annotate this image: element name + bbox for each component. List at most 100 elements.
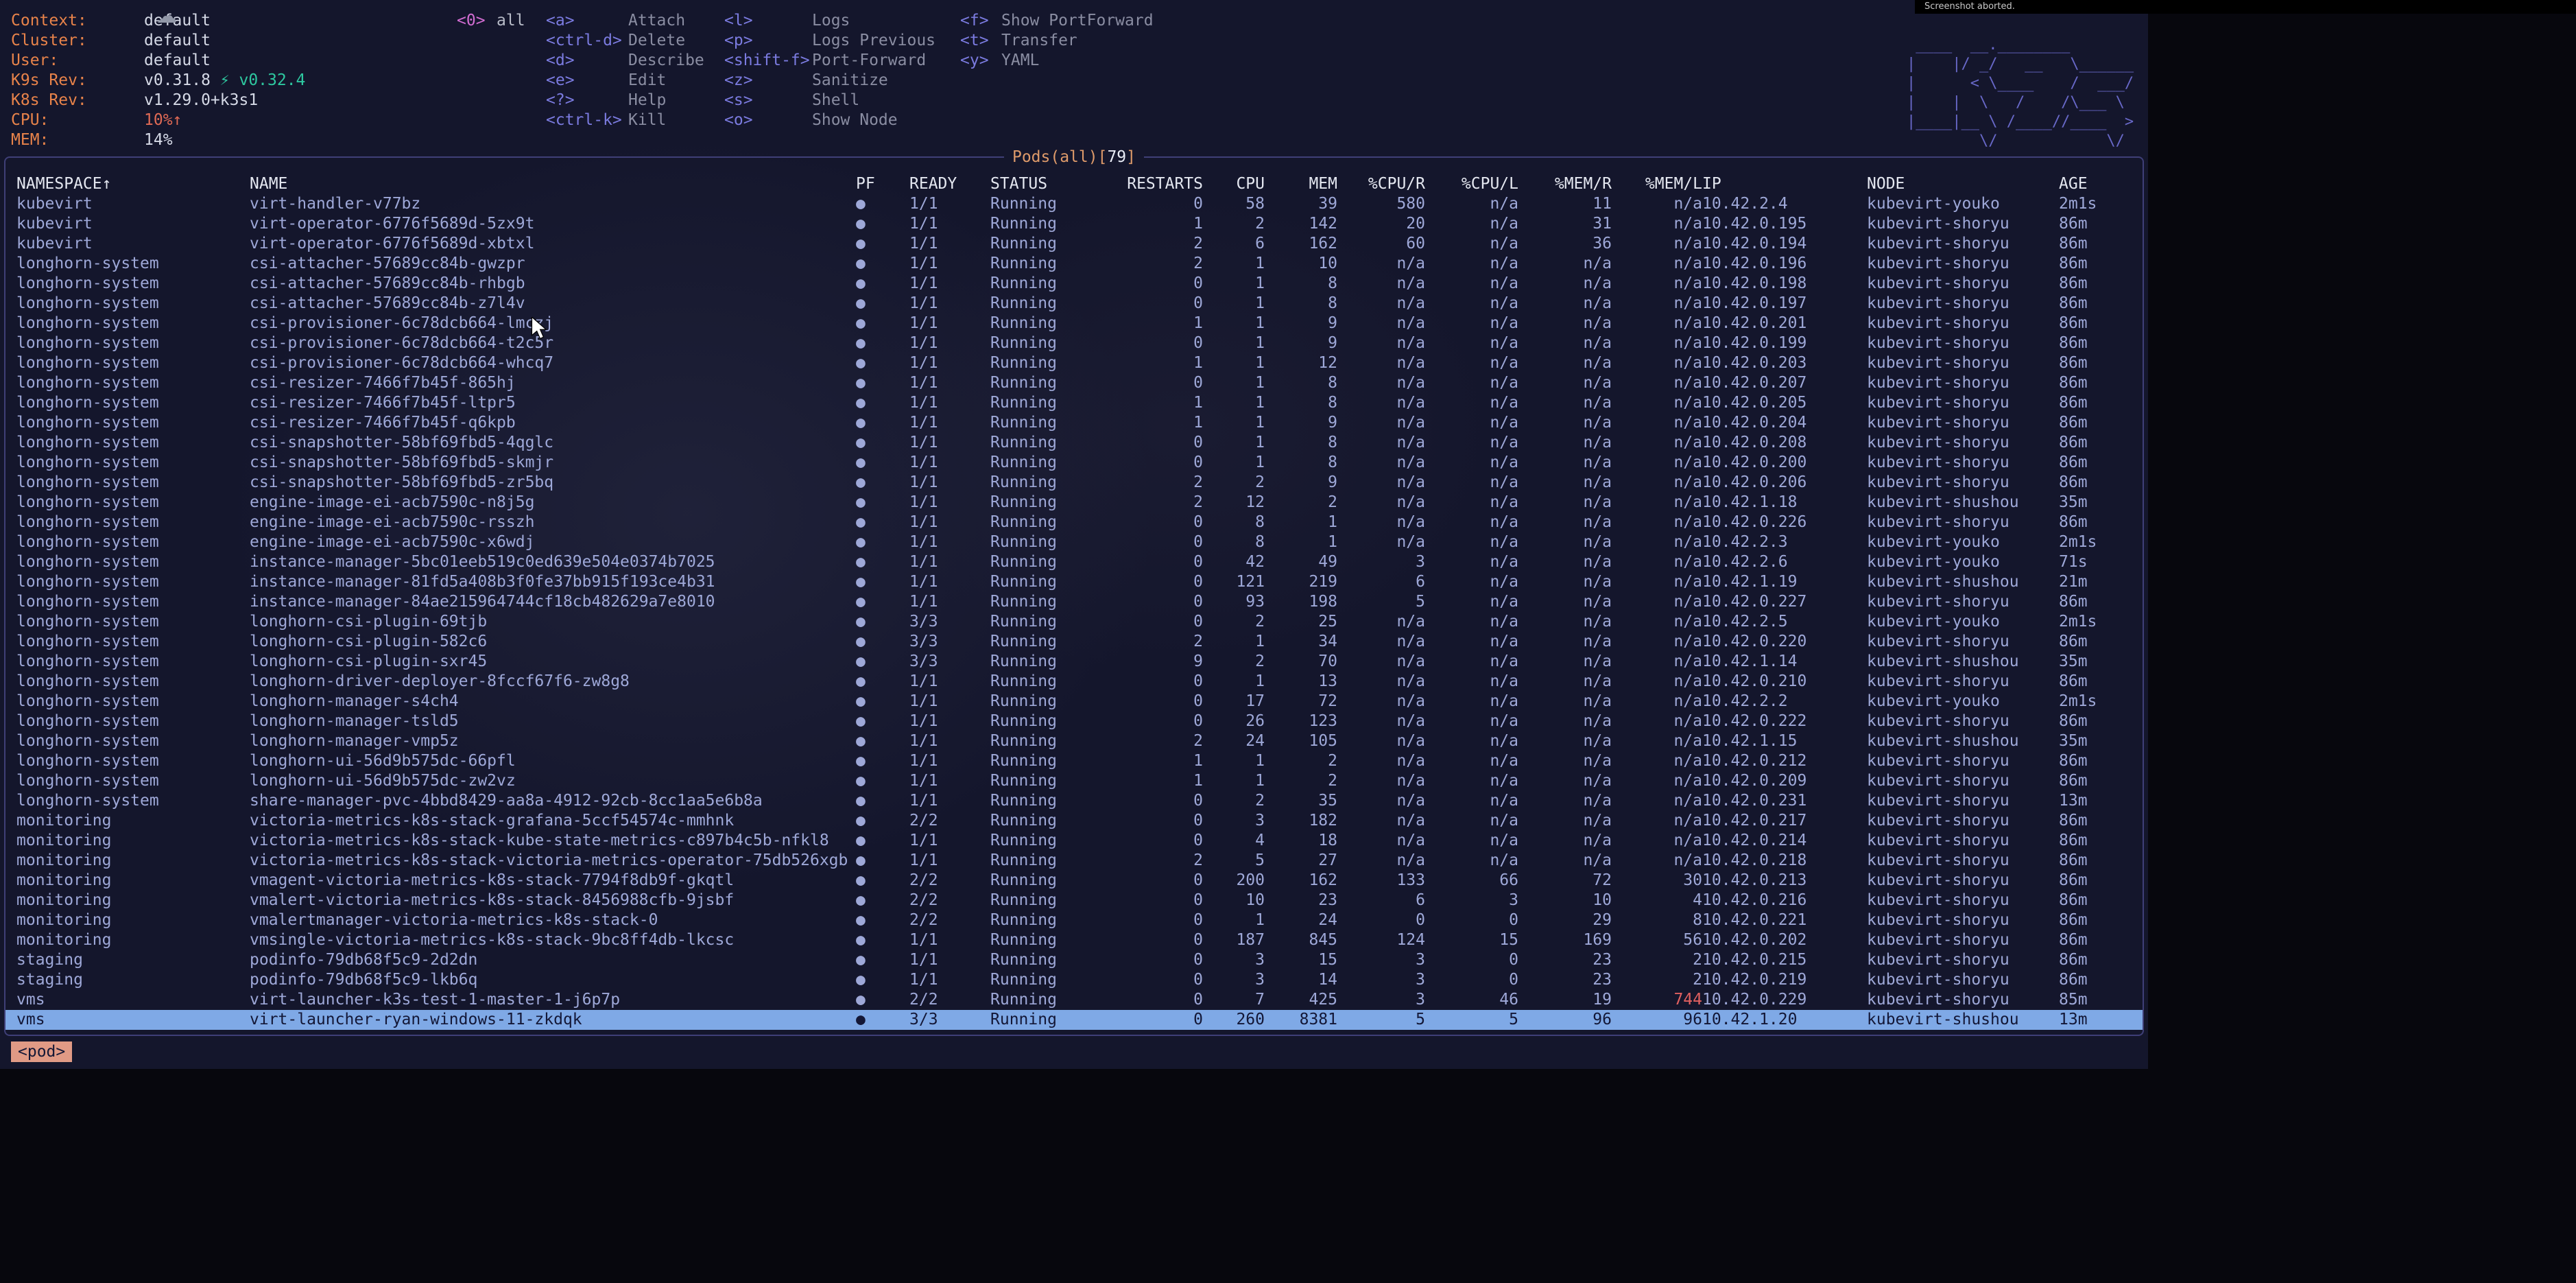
pod-row[interactable]: longhorn-systemlonghorn-ui-56d9b575dc-zw… <box>5 771 2143 791</box>
pod-row[interactable]: kubevirtvirt-operator-6776f5689d-xbtxl●1… <box>5 234 2143 254</box>
pods-table-frame: Pods(all)[79] NAMESPACE↑NAMEPFREADYSTATU… <box>4 156 2144 1036</box>
cell-age: 86m <box>2059 433 2137 453</box>
cell-status: Running <box>990 214 1121 234</box>
pod-row[interactable]: vmsvirt-launcher-k3s-test-1-master-1-j6p… <box>5 990 2143 1010</box>
cell-meml: n/a <box>1612 234 1702 254</box>
cell-pf: ● <box>856 791 909 811</box>
pod-row[interactable]: stagingpodinfo-79db68f5c9-lkb6q●1/1Runni… <box>5 970 2143 990</box>
cell-pf: ● <box>856 314 909 333</box>
cell-ip: 10.42.0.222 <box>1702 711 1867 731</box>
breadcrumb-pod[interactable]: <pod> <box>11 1041 72 1062</box>
pod-row[interactable]: longhorn-systemlonghorn-ui-56d9b575dc-66… <box>5 751 2143 771</box>
cell-restarts: 1 <box>1121 751 1203 771</box>
cell-pf: ● <box>856 672 909 692</box>
pod-row[interactable]: longhorn-systemengine-image-ei-acb7590c-… <box>5 532 2143 552</box>
menu-column-actions-1: <a>Attach<ctrl-d>Delete<d>Describe<e>Edi… <box>546 11 704 130</box>
cell-cpur: n/a <box>1337 532 1425 552</box>
cell-mem: 162 <box>1265 871 1337 891</box>
pod-row[interactable]: longhorn-systemcsi-attacher-57689cc84b-z… <box>5 294 2143 314</box>
cell-node: kubevirt-shushou <box>1867 493 2059 513</box>
pod-row[interactable]: longhorn-systemlonghorn-manager-s4ch4●1/… <box>5 692 2143 711</box>
pod-row[interactable]: monitoringvictoria-metrics-k8s-stack-gra… <box>5 811 2143 831</box>
cell-cpur: 3 <box>1337 970 1425 990</box>
pod-row[interactable]: longhorn-systemlonghorn-csi-plugin-582c6… <box>5 632 2143 652</box>
cell-age: 86m <box>2059 274 2137 294</box>
pod-row[interactable]: longhorn-systemlonghorn-csi-plugin-69tjb… <box>5 612 2143 632</box>
menu-key: <t> <box>960 31 1001 51</box>
pod-row[interactable]: longhorn-systemcsi-snapshotter-58bf69fbd… <box>5 433 2143 453</box>
pod-row[interactable]: longhorn-systemcsi-resizer-7466f7b45f-q6… <box>5 413 2143 433</box>
cell-cpu: 1 <box>1203 413 1265 433</box>
pod-row[interactable]: longhorn-systemcsi-attacher-57689cc84b-g… <box>5 254 2143 274</box>
pod-row[interactable]: longhorn-systemcsi-snapshotter-58bf69fbd… <box>5 453 2143 473</box>
pod-row[interactable]: monitoringvictoria-metrics-k8s-stack-kub… <box>5 831 2143 851</box>
pod-row[interactable]: longhorn-systemcsi-resizer-7466f7b45f-86… <box>5 373 2143 393</box>
cell-name: csi-snapshotter-58bf69fbd5-4qglc <box>250 433 856 453</box>
pod-row[interactable]: kubevirtvirt-operator-6776f5689d-5zx9t●1… <box>5 214 2143 234</box>
pod-row[interactable]: kubevirtvirt-handler-v77bz●1/1Running058… <box>5 194 2143 214</box>
pod-row[interactable]: vmsvirt-launcher-ryan-windows-11-zkdqk●3… <box>5 1010 2143 1030</box>
pod-row[interactable]: monitoringvmagent-victoria-metrics-k8s-s… <box>5 871 2143 891</box>
pod-row[interactable]: longhorn-systemlonghorn-manager-vmp5z●1/… <box>5 731 2143 751</box>
cell-node: kubevirt-shoryu <box>1867 990 2059 1010</box>
cell-status: Running <box>990 473 1121 493</box>
cell-restarts: 0 <box>1121 990 1203 1010</box>
column-header-cpur: %CPU/R <box>1337 174 1425 194</box>
cell-status: Running <box>990 711 1121 731</box>
pod-row[interactable]: monitoringvmalertmanager-victoria-metric… <box>5 910 2143 930</box>
menu-key: <e> <box>546 71 628 91</box>
cell-cpul: n/a <box>1425 751 1518 771</box>
pod-row[interactable]: longhorn-systemcsi-provisioner-6c78dcb66… <box>5 314 2143 333</box>
cell-restarts: 2 <box>1121 493 1203 513</box>
cell-meml: 96 <box>1612 1010 1702 1030</box>
pod-row[interactable]: longhorn-systemlonghorn-manager-tsld5●1/… <box>5 711 2143 731</box>
pod-row[interactable]: longhorn-systeminstance-manager-81fd5a40… <box>5 572 2143 592</box>
cell-mem: 9 <box>1265 333 1337 353</box>
cell-status: Running <box>990 592 1121 612</box>
cell-cpu: 2 <box>1203 652 1265 672</box>
cell-cpul: n/a <box>1425 731 1518 751</box>
cell-name: csi-snapshotter-58bf69fbd5-zr5bq <box>250 473 856 493</box>
cell-cpur: n/a <box>1337 274 1425 294</box>
pod-row[interactable]: longhorn-systemlonghorn-csi-plugin-sxr45… <box>5 652 2143 672</box>
cell-mem: 105 <box>1265 731 1337 751</box>
pod-row[interactable]: longhorn-systemengine-image-ei-acb7590c-… <box>5 513 2143 532</box>
k9s-logo: ____ __.________ | |/ _/ __ \______ | < … <box>1907 36 2134 151</box>
cell-ready: 1/1 <box>909 572 990 592</box>
pod-row[interactable]: longhorn-systemshare-manager-pvc-4bbd842… <box>5 791 2143 811</box>
pod-row[interactable]: longhorn-systemcsi-attacher-57689cc84b-r… <box>5 274 2143 294</box>
pod-row[interactable]: longhorn-systemcsi-provisioner-6c78dcb66… <box>5 353 2143 373</box>
cell-cpul: n/a <box>1425 771 1518 791</box>
cell-ready: 2/2 <box>909 990 990 1010</box>
cell-cpur: n/a <box>1337 652 1425 672</box>
cell-name: csi-resizer-7466f7b45f-q6kpb <box>250 413 856 433</box>
pod-row[interactable]: longhorn-systemcsi-resizer-7466f7b45f-lt… <box>5 393 2143 413</box>
pod-row[interactable]: monitoringvmsingle-victoria-metrics-k8s-… <box>5 930 2143 950</box>
pod-row[interactable]: longhorn-systeminstance-manager-5bc01eeb… <box>5 552 2143 572</box>
cell-cpu: 1 <box>1203 353 1265 373</box>
pod-row[interactable]: longhorn-systemcsi-provisioner-6c78dcb66… <box>5 333 2143 353</box>
cell-cpur: n/a <box>1337 692 1425 711</box>
cell-cpur: n/a <box>1337 373 1425 393</box>
menu-key: <d> <box>546 51 628 71</box>
cell-meml: n/a <box>1612 433 1702 453</box>
cell-restarts: 0 <box>1121 930 1203 950</box>
cell-cpur: 0 <box>1337 910 1425 930</box>
cell-memr: 11 <box>1518 194 1612 214</box>
pod-row[interactable]: monitoringvictoria-metrics-k8s-stack-vic… <box>5 851 2143 871</box>
pod-row[interactable]: stagingpodinfo-79db68f5c9-2d2dn●1/1Runni… <box>5 950 2143 970</box>
cell-age: 35m <box>2059 652 2137 672</box>
cell-age: 86m <box>2059 234 2137 254</box>
pod-row[interactable]: longhorn-systemlonghorn-driver-deployer-… <box>5 672 2143 692</box>
cell-pf: ● <box>856 831 909 851</box>
pod-row[interactable]: monitoringvmalert-victoria-metrics-k8s-s… <box>5 891 2143 910</box>
cell-cpu: 4 <box>1203 831 1265 851</box>
cell-memr: n/a <box>1518 453 1612 473</box>
cell-age: 35m <box>2059 731 2137 751</box>
pod-row[interactable]: longhorn-systemengine-image-ei-acb7590c-… <box>5 493 2143 513</box>
pod-row[interactable]: longhorn-systeminstance-manager-84ae2159… <box>5 592 2143 612</box>
cell-restarts: 0 <box>1121 910 1203 930</box>
cell-mem: 27 <box>1265 851 1337 871</box>
pod-row[interactable]: longhorn-systemcsi-snapshotter-58bf69fbd… <box>5 473 2143 493</box>
cell-ready: 1/1 <box>909 473 990 493</box>
